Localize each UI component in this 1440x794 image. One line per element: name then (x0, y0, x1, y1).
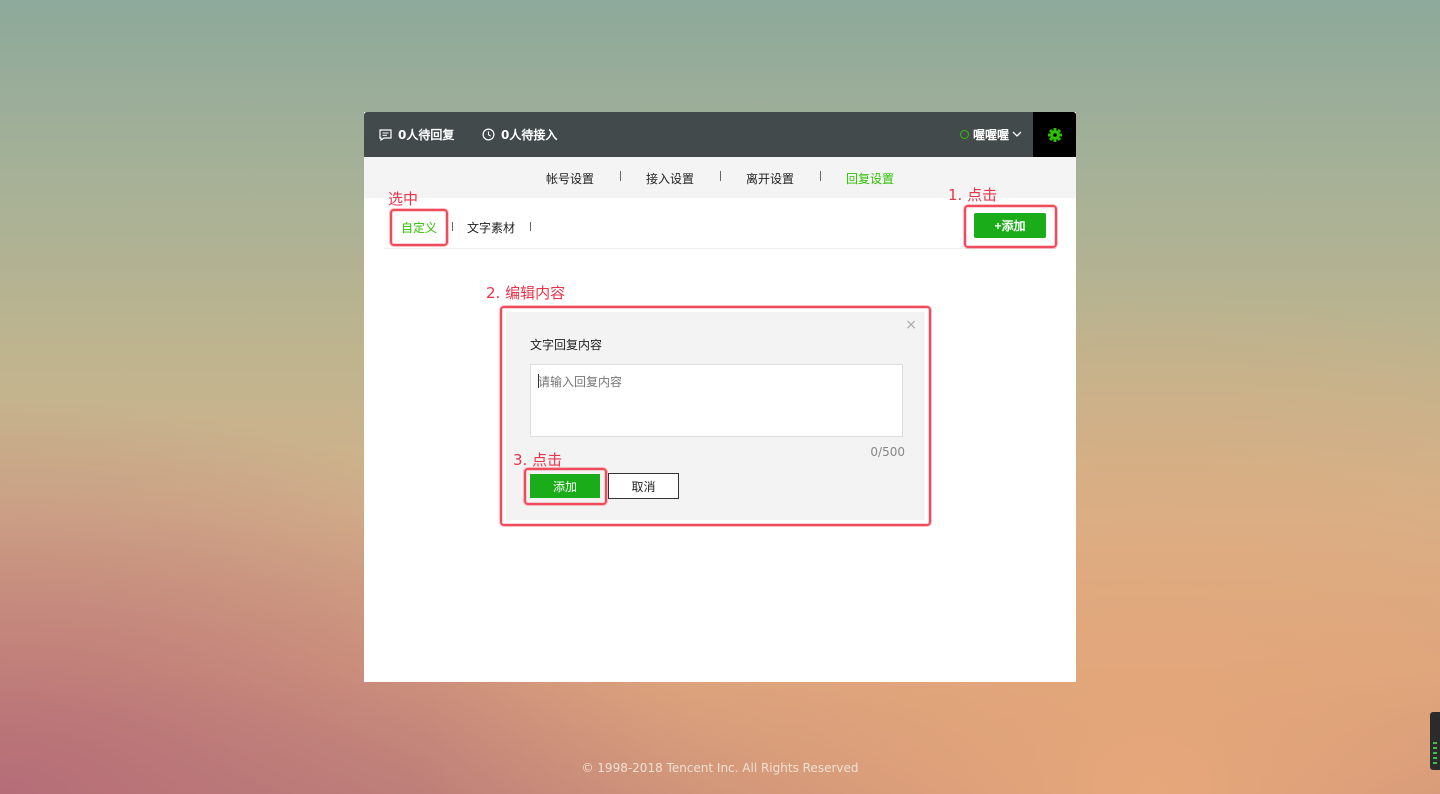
annotation-select: 选中 (388, 190, 419, 208)
chat-icon (379, 128, 392, 141)
nav-divider (720, 171, 721, 181)
tab-away-settings[interactable]: 离开设置 (746, 170, 794, 187)
nav-divider (820, 171, 821, 181)
reply-content-textarea[interactable] (530, 364, 903, 437)
copyright-footer: © 1998-2018 Tencent Inc. All Rights Rese… (581, 761, 859, 775)
close-icon[interactable]: × (905, 317, 917, 333)
annotation-step3: 3. 点击 (513, 451, 563, 469)
settings-button[interactable] (1033, 112, 1076, 157)
pending-access-text: 0人待接入 (501, 128, 558, 142)
subnav-divider (452, 222, 453, 231)
username: 喔喔喔 (972, 128, 1009, 142)
top-bar: 0人待回复 0人待接入 喔喔喔 (364, 112, 1076, 157)
subtab-text-material[interactable]: 文字素材 (467, 219, 515, 236)
text-reply-dialog: × 文字回复内容 0/500 添加 取消 (506, 312, 925, 520)
add-reply-button[interactable]: +添加 (974, 213, 1046, 238)
text-cursor (538, 374, 539, 388)
dialog-title: 文字回复内容 (530, 338, 603, 352)
clock-icon (482, 128, 495, 141)
nav-divider (620, 171, 621, 181)
pending-reply-text: 0人待回复 (398, 128, 455, 142)
tab-reply-settings[interactable]: 回复设置 (846, 170, 894, 187)
side-widget[interactable] (1430, 712, 1440, 770)
user-menu[interactable]: 喔喔喔 (959, 112, 1022, 157)
reply-subnav: 自定义 文字素材 (384, 198, 1056, 249)
tab-access-settings[interactable]: 接入设置 (646, 170, 694, 187)
cancel-button[interactable]: 取消 (608, 473, 679, 499)
confirm-add-button[interactable]: 添加 (530, 474, 600, 498)
subtab-custom[interactable]: 自定义 (401, 219, 437, 236)
gear-icon (1047, 127, 1062, 142)
pending-reply-indicator[interactable]: 0人待回复 (379, 112, 454, 157)
annotation-step2: 2. 编辑内容 (486, 284, 566, 302)
pending-access-indicator[interactable]: 0人待接入 (482, 112, 557, 157)
online-status-icon (959, 130, 969, 139)
chevron-down-icon (1012, 131, 1022, 137)
character-counter: 0/500 (870, 445, 905, 459)
tab-account-settings[interactable]: 帐号设置 (546, 170, 594, 187)
annotation-step1: 1. 点击 (948, 186, 998, 204)
subnav-divider (530, 222, 531, 231)
